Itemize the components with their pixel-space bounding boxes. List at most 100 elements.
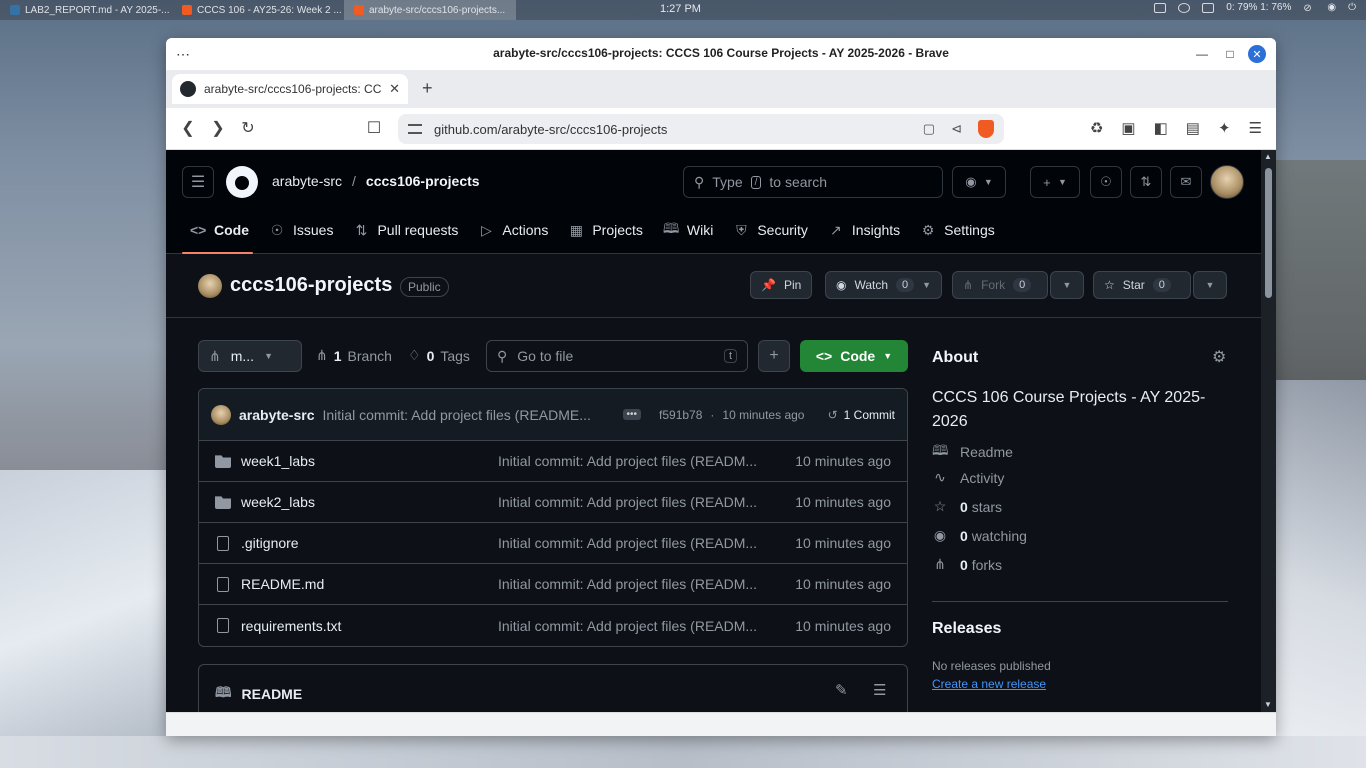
tab-security[interactable]: ⛨ Security xyxy=(725,214,820,246)
tab-issues[interactable]: ☉ Issues xyxy=(261,214,345,246)
clock[interactable]: 1:27 PM xyxy=(660,3,701,15)
tab-projects[interactable]: ▦ Projects xyxy=(560,214,655,246)
file-row[interactable]: week1_labs Initial commit: Add project f… xyxy=(199,441,907,482)
tab-code[interactable]: <> Code xyxy=(182,214,261,254)
cast-icon[interactable]: ▢ xyxy=(923,121,935,137)
star-dropdown-button[interactable]: ▼ xyxy=(1193,271,1227,299)
repo-link[interactable]: cccs106-projects xyxy=(366,173,480,189)
fork-button[interactable]: ⋔ Fork 0 xyxy=(952,271,1048,299)
url-text[interactable]: github.com/arabyte-src/cccs106-projects xyxy=(434,122,907,137)
scroll-down-icon[interactable]: ▼ xyxy=(1264,700,1272,709)
back-button[interactable]: ❮ xyxy=(178,118,198,138)
readme-link[interactable]: 🕮 Readme xyxy=(932,440,1013,464)
window-titlebar[interactable]: ⋯ arabyte-src/cccs106-projects: CCCS 106… xyxy=(166,38,1276,70)
commit-sha[interactable]: f591b78 xyxy=(659,408,702,422)
file-name[interactable]: week2_labs xyxy=(241,494,498,510)
pin-button[interactable]: 📌 Pin xyxy=(750,271,813,299)
repo-name[interactable]: cccs106-projects xyxy=(230,274,392,297)
search-tab-icon[interactable]: ▣ xyxy=(1121,119,1135,137)
go-to-file-input[interactable]: ⚲ Go to file t xyxy=(486,340,748,372)
file-name[interactable]: .gitignore xyxy=(241,535,498,551)
create-new-button[interactable]: + ▼ xyxy=(1030,166,1080,198)
expand-commit-message-button[interactable]: ••• xyxy=(622,409,642,420)
watchers-link[interactable]: ◉ 0 watching xyxy=(932,527,1027,544)
search-input[interactable]: ⚲ Type / to search xyxy=(683,166,943,198)
fork-dropdown-button[interactable]: ▼ xyxy=(1050,271,1084,299)
avatar[interactable] xyxy=(1210,165,1244,199)
share-icon[interactable]: ⊲ xyxy=(951,121,962,137)
readme-tab[interactable]: 🕮 README xyxy=(215,682,302,706)
address-bar[interactable]: github.com/arabyte-src/cccs106-projects … xyxy=(398,114,1004,144)
file-row[interactable]: README.md Initial commit: Add project fi… xyxy=(199,564,907,605)
sidebar-toggle-icon[interactable]: ◧ xyxy=(1154,119,1168,137)
leo-ai-icon[interactable]: ✦ xyxy=(1218,119,1231,137)
maximize-button[interactable]: □ xyxy=(1221,45,1239,63)
owner-avatar[interactable] xyxy=(198,274,222,298)
forward-button[interactable]: ❯ xyxy=(208,118,228,138)
tab-wiki[interactable]: 🕮 Wiki xyxy=(655,214,725,246)
code-dropdown-button[interactable]: <> Code ▼ xyxy=(800,340,908,372)
file-row[interactable]: week2_labs Initial commit: Add project f… xyxy=(199,482,907,523)
star-button[interactable]: ☆ Star 0 xyxy=(1093,271,1191,299)
tags-link[interactable]: ♢ 0 Tags xyxy=(408,347,470,364)
github-logo-icon[interactable] xyxy=(226,166,258,198)
file-commit-message[interactable]: Initial commit: Add project files (READM… xyxy=(498,535,772,551)
branch-selector[interactable]: ⋔ m... ▼ xyxy=(198,340,302,372)
tab-actions[interactable]: ▷ Actions xyxy=(470,214,560,246)
battery-icon[interactable] xyxy=(1202,2,1215,13)
file-commit-message[interactable]: Initial commit: Add project files (READM… xyxy=(498,576,772,592)
tab-pull-requests[interactable]: ⇅ Pull requests xyxy=(345,214,470,246)
issues-button[interactable]: ☉ xyxy=(1090,166,1122,198)
edit-pencil-icon[interactable]: ✎ xyxy=(835,681,848,699)
screenshot-icon[interactable] xyxy=(1154,2,1167,13)
minimize-button[interactable]: — xyxy=(1193,45,1211,63)
brave-shields-icon[interactable] xyxy=(978,120,994,138)
activity-link[interactable]: ∿ Activity xyxy=(932,469,1004,486)
bookmark-icon[interactable]: ☐ xyxy=(364,118,384,138)
global-menu-button[interactable]: ☰ xyxy=(182,166,214,198)
watch-button[interactable]: ◉ Watch 0 ▼ xyxy=(825,271,942,299)
branches-link[interactable]: ⋔ 1 Branch xyxy=(316,347,392,364)
inbox-button[interactable]: ✉ xyxy=(1170,166,1202,198)
stars-link[interactable]: ☆ 0 stars xyxy=(932,498,1002,515)
new-tab-button[interactable]: + xyxy=(422,78,433,99)
close-tab-icon[interactable]: ✕ xyxy=(389,81,400,97)
owner-link[interactable]: arabyte-src xyxy=(272,173,342,189)
tab-insights[interactable]: ↗ Insights xyxy=(820,214,912,246)
reload-button[interactable]: ↻ xyxy=(238,118,258,138)
create-release-link[interactable]: Create a new release xyxy=(932,677,1046,691)
close-window-button[interactable]: ✕ xyxy=(1248,45,1266,63)
add-file-button[interactable]: + xyxy=(758,340,790,372)
power-icon[interactable]: ⏻ xyxy=(1348,2,1356,13)
file-commit-message[interactable]: Initial commit: Add project files (READM… xyxy=(498,494,772,510)
releases-heading[interactable]: Releases xyxy=(932,620,1001,638)
file-row[interactable]: .gitignore Initial commit: Add project f… xyxy=(199,523,907,564)
file-commit-message[interactable]: Initial commit: Add project files (READM… xyxy=(498,618,772,634)
outline-list-icon[interactable]: ☰ xyxy=(873,681,886,699)
site-settings-icon[interactable] xyxy=(408,124,422,134)
tab-settings[interactable]: ⚙ Settings xyxy=(912,214,1007,246)
extensions-icon[interactable]: ♻ xyxy=(1090,119,1103,137)
file-commit-message[interactable]: Initial commit: Add project files (READM… xyxy=(498,453,772,469)
forks-link[interactable]: ⋔ 0 forks xyxy=(932,556,1002,573)
gear-icon[interactable]: ⚙ xyxy=(1212,347,1226,367)
wallet-icon[interactable]: ▤ xyxy=(1186,119,1200,137)
commit-author[interactable]: arabyte-src xyxy=(239,407,315,423)
file-name[interactable]: requirements.txt xyxy=(241,618,498,634)
scroll-up-icon[interactable]: ▲ xyxy=(1264,152,1272,161)
taskbar-item-cccs106-week2[interactable]: CCCS 106 - AY25-26: Week 2 ... xyxy=(172,0,344,20)
network-icon[interactable] xyxy=(1178,2,1191,13)
commit-author-avatar[interactable] xyxy=(211,404,231,425)
taskbar-item-github-repo[interactable]: arabyte-src/cccs106-projects... xyxy=(344,0,516,20)
commits-link[interactable]: ↺ 1 Commit xyxy=(828,408,895,422)
commit-message[interactable]: Initial commit: Add project files (READM… xyxy=(323,407,605,423)
copilot-button[interactable]: ◉ ▼ xyxy=(952,166,1006,198)
file-name[interactable]: week1_labs xyxy=(241,453,498,469)
pull-requests-button[interactable]: ⇅ xyxy=(1130,166,1162,198)
taskbar-item-lab2-report[interactable]: LAB2_REPORT.md - AY 2025-... xyxy=(0,0,172,20)
tab-github-repo[interactable]: arabyte-src/cccs106-projects: CCCS 106 C… xyxy=(172,74,408,104)
wifi-icon[interactable]: ◉ xyxy=(1327,2,1336,13)
file-row[interactable]: requirements.txt Initial commit: Add pro… xyxy=(199,605,907,646)
menu-icon[interactable]: ☰ xyxy=(1249,119,1262,137)
file-name[interactable]: README.md xyxy=(241,576,498,592)
